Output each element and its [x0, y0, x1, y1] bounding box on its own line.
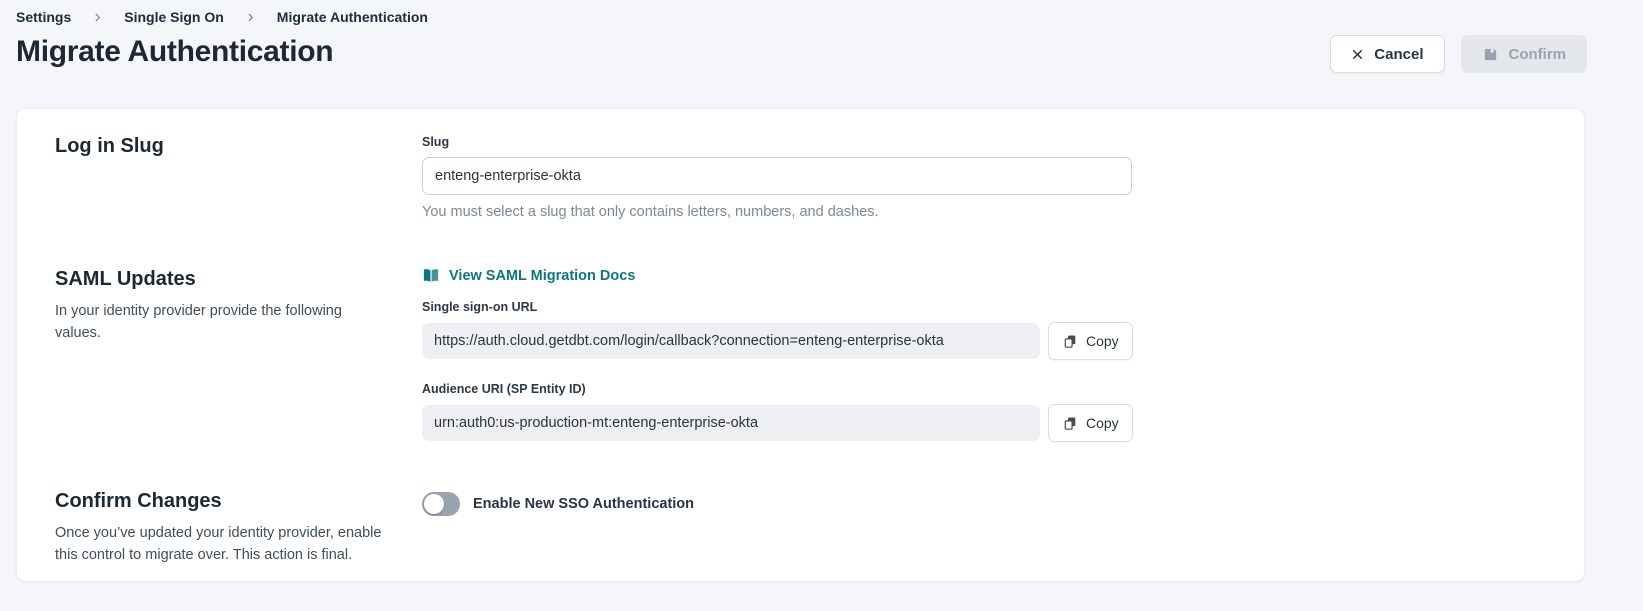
copy-button-label: Copy — [1086, 415, 1119, 431]
page-title: Migrate Authentication — [16, 35, 333, 69]
saml-updates-heading: SAML Updates — [55, 268, 398, 291]
login-slug-section: Log in Slug Slug You must select a slug … — [55, 135, 1584, 220]
saml-updates-section: SAML Updates In your identity provider p… — [55, 268, 1584, 442]
header-actions: Cancel Confirm — [1330, 35, 1587, 73]
audience-uri-label: Audience URI (SP Entity ID) — [422, 382, 1133, 396]
docs-link-label: View SAML Migration Docs — [449, 268, 635, 284]
cancel-button-label: Cancel — [1374, 46, 1423, 63]
sso-url-label: Single sign-on URL — [422, 300, 1133, 314]
chevron-right-icon — [245, 12, 256, 23]
enable-sso-toggle[interactable] — [422, 492, 460, 516]
book-icon — [422, 268, 440, 284]
copy-icon — [1062, 415, 1078, 432]
copy-button-label: Copy — [1086, 333, 1119, 349]
saml-updates-description: In your identity provider provide the fo… — [55, 301, 387, 345]
audience-uri-value: urn:auth0:us-production-mt:enteng-enterp… — [422, 405, 1040, 441]
confirm-changes-heading: Confirm Changes — [55, 490, 398, 513]
breadcrumb-settings[interactable]: Settings — [16, 9, 71, 25]
toggle-knob — [424, 494, 444, 514]
settings-card: Log in Slug Slug You must select a slug … — [16, 108, 1585, 582]
audience-uri-field-group: Audience URI (SP Entity ID) urn:auth0:us… — [422, 382, 1133, 442]
breadcrumb: Settings Single Sign On Migrate Authenti… — [0, 0, 1643, 25]
copy-audience-uri-button[interactable]: Copy — [1048, 404, 1133, 442]
slug-label: Slug — [422, 135, 1132, 149]
close-icon — [1351, 48, 1364, 61]
confirm-changes-description: Once you’ve updated your identity provid… — [55, 523, 387, 567]
sso-url-field-group: Single sign-on URL https://auth.cloud.ge… — [422, 300, 1133, 360]
view-saml-migration-docs-link[interactable]: View SAML Migration Docs — [422, 268, 635, 284]
confirm-button[interactable]: Confirm — [1461, 35, 1588, 73]
breadcrumb-migrate-authentication: Migrate Authentication — [277, 9, 428, 25]
copy-sso-url-button[interactable]: Copy — [1048, 322, 1133, 360]
breadcrumb-single-sign-on[interactable]: Single Sign On — [124, 9, 224, 25]
save-icon — [1482, 46, 1499, 63]
slug-helper-text: You must select a slug that only contain… — [422, 204, 1132, 220]
login-slug-heading: Log in Slug — [55, 135, 398, 158]
copy-icon — [1062, 333, 1078, 350]
cancel-button[interactable]: Cancel — [1330, 35, 1444, 73]
page-header: Migrate Authentication Cancel Confirm — [0, 25, 1643, 73]
enable-sso-toggle-row: Enable New SSO Authentication — [422, 492, 694, 516]
chevron-right-icon — [92, 12, 103, 23]
enable-sso-toggle-label: Enable New SSO Authentication — [473, 496, 694, 512]
confirm-changes-section: Confirm Changes Once you’ve updated your… — [55, 490, 1584, 567]
sso-url-value: https://auth.cloud.getdbt.com/login/call… — [422, 323, 1040, 359]
slug-input[interactable] — [422, 157, 1132, 195]
confirm-button-label: Confirm — [1509, 46, 1567, 63]
